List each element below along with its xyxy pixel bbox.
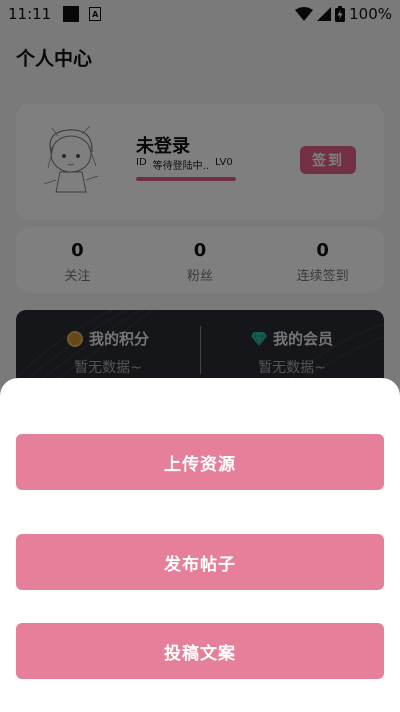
submit-copy-button[interactable]: 投稿文案 [16,623,384,679]
publish-post-button[interactable]: 发布帖子 [16,534,384,590]
upload-resource-button[interactable]: 上传资源 [16,434,384,490]
action-sheet: 上传资源 发布帖子 投稿文案 [0,378,400,712]
